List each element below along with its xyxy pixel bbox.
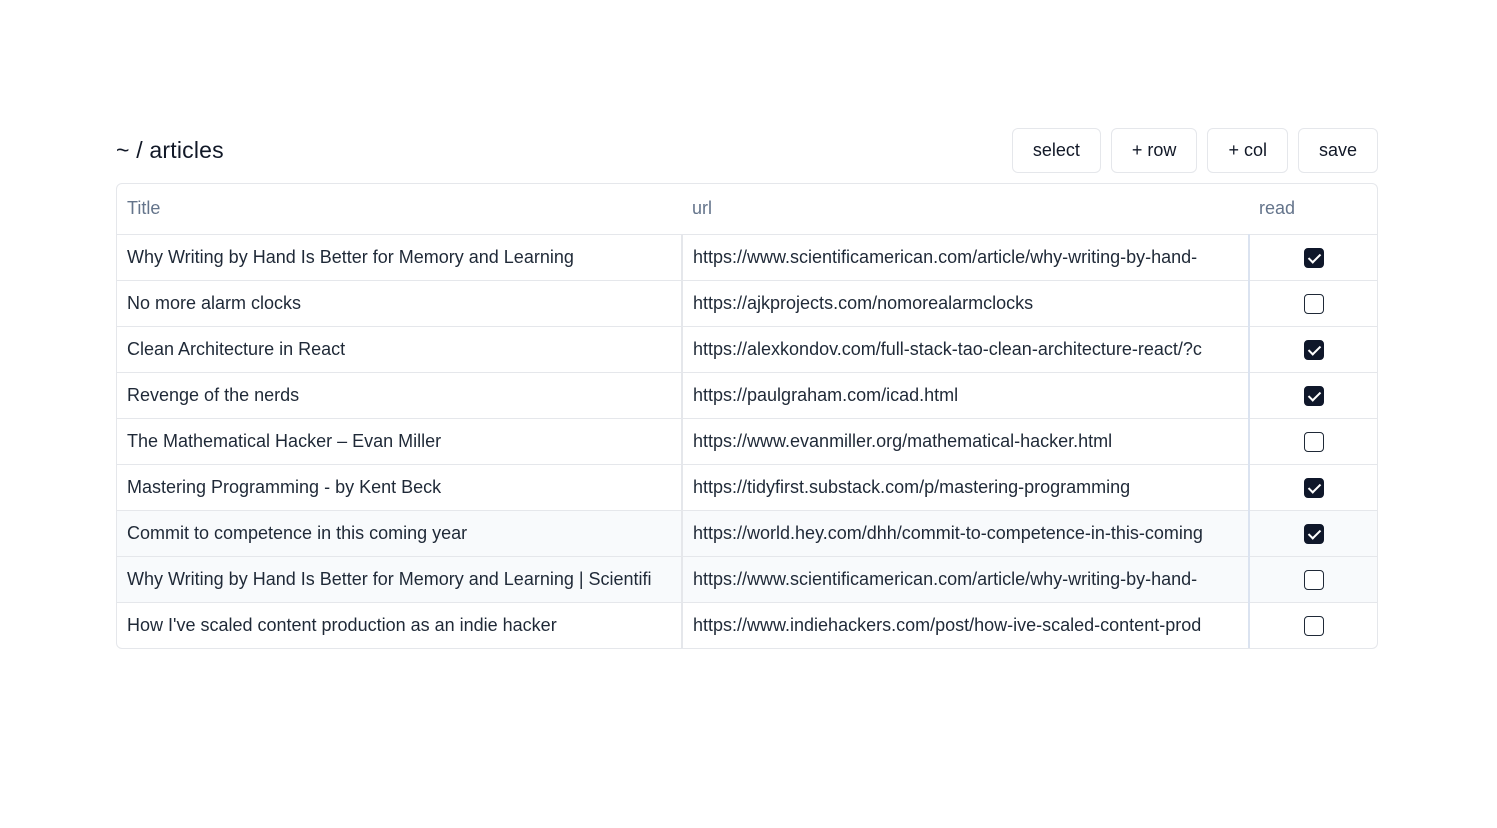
cell-read [1249, 556, 1377, 603]
read-checkbox-checked[interactable] [1303, 339, 1324, 360]
articles-table: Title url read Why Writing by Hand Is Be… [116, 183, 1378, 649]
read-checkbox-unchecked[interactable] [1303, 293, 1324, 314]
cell-read [1249, 464, 1377, 511]
cell-url[interactable]: https://www.scientificamerican.com/artic… [682, 234, 1250, 281]
cell-title[interactable]: Mastering Programming - by Kent Beck [117, 464, 683, 511]
cell-read [1249, 234, 1377, 281]
add-row-button[interactable]: + row [1110, 128, 1198, 173]
cell-read [1249, 602, 1377, 648]
cell-read [1249, 326, 1377, 373]
toolbar: ~ / articles select + row + col save [116, 128, 1378, 173]
cell-url[interactable]: https://ajkprojects.com/nomorealarmclock… [682, 280, 1250, 327]
cell-title[interactable]: No more alarm clocks [117, 280, 683, 327]
table-row: How I've scaled content production as an… [117, 602, 1377, 648]
table-row: Why Writing by Hand Is Better for Memory… [117, 556, 1377, 603]
add-column-button[interactable]: + col [1207, 128, 1288, 173]
table-header-row: Title url read [117, 184, 1377, 235]
cell-title[interactable]: Why Writing by Hand Is Better for Memory… [117, 234, 683, 281]
cell-read [1249, 372, 1377, 419]
column-header-title[interactable]: Title [117, 184, 682, 235]
table-row: Revenge of the nerds https://paulgraham.c… [117, 372, 1377, 419]
articles-page: ~ / articles select + row + col save Tit… [116, 128, 1378, 649]
read-checkbox-checked[interactable] [1303, 523, 1324, 544]
select-button[interactable]: select [1011, 128, 1101, 173]
cell-read [1249, 510, 1377, 557]
column-header-url[interactable]: url [682, 184, 1249, 235]
cell-title[interactable]: Why Writing by Hand Is Better for Memory… [117, 556, 683, 603]
read-checkbox-unchecked[interactable] [1303, 569, 1324, 590]
table-row: Clean Architecture in React https://alexk… [117, 326, 1377, 373]
read-checkbox-unchecked[interactable] [1303, 431, 1324, 452]
cell-read [1249, 280, 1377, 327]
action-buttons: select + row + col save [1011, 128, 1378, 173]
cell-url[interactable]: https://www.evanmiller.org/mathematical-… [682, 418, 1250, 465]
table-row: The Mathematical Hacker – Evan Miller htt… [117, 418, 1377, 465]
cell-url[interactable]: https://alexkondov.com/full-stack-tao-cl… [682, 326, 1250, 373]
cell-url[interactable]: https://world.hey.com/dhh/commit-to-comp… [682, 510, 1250, 557]
cell-title[interactable]: Clean Architecture in React [117, 326, 683, 373]
read-checkbox-checked[interactable] [1303, 247, 1324, 268]
table-row: Mastering Programming - by Kent Beck http… [117, 464, 1377, 511]
cell-url[interactable]: https://www.scientificamerican.com/artic… [682, 556, 1250, 603]
read-checkbox-unchecked[interactable] [1303, 615, 1324, 636]
cell-title[interactable]: How I've scaled content production as an… [117, 602, 683, 648]
breadcrumb: ~ / articles [116, 137, 224, 163]
cell-url[interactable]: https://tidyfirst.substack.com/p/masteri… [682, 464, 1250, 511]
table-row: Why Writing by Hand Is Better for Memory… [117, 234, 1377, 281]
cell-url[interactable]: https://paulgraham.com/icad.html [682, 372, 1250, 419]
read-checkbox-checked[interactable] [1303, 385, 1324, 406]
cell-url[interactable]: https://www.indiehackers.com/post/how-iv… [682, 602, 1250, 648]
column-header-read[interactable]: read [1249, 184, 1377, 235]
cell-title[interactable]: Revenge of the nerds [117, 372, 683, 419]
read-checkbox-checked[interactable] [1303, 477, 1324, 498]
cell-read [1249, 418, 1377, 465]
cell-title[interactable]: Commit to competence in this coming year [117, 510, 683, 557]
table-row: Commit to competence in this coming year… [117, 510, 1377, 557]
table-row: No more alarm clocks https://ajkprojects.… [117, 280, 1377, 327]
cell-title[interactable]: The Mathematical Hacker – Evan Miller [117, 418, 683, 465]
save-button[interactable]: save [1297, 128, 1378, 173]
